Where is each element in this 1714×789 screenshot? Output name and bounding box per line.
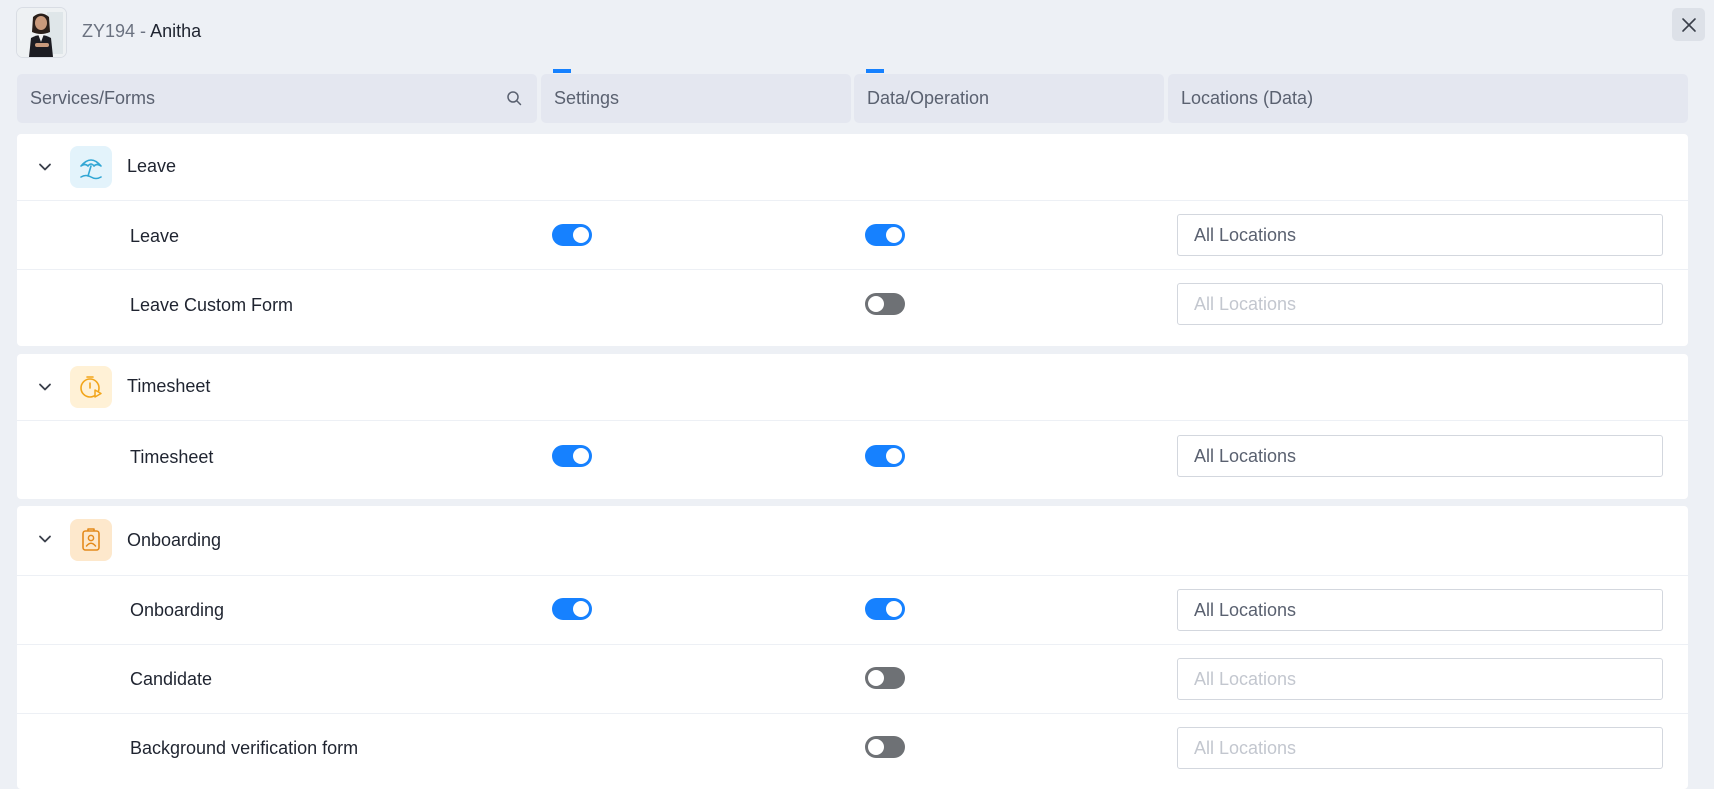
service-row-leave-custom-form: Leave Custom Form All Locations bbox=[17, 269, 1688, 339]
close-icon bbox=[1681, 17, 1696, 32]
service-name: Leave Custom Form bbox=[130, 295, 294, 315]
header-services-label: Services/Forms bbox=[30, 88, 156, 108]
profile-bar: ZY194 - Anitha bbox=[0, 0, 1714, 66]
locations-value: All Locations bbox=[1194, 668, 1297, 689]
service-name: Candidate bbox=[130, 669, 213, 689]
service-row-leave: Leave All Locations bbox=[17, 200, 1688, 269]
header-settings-label: Settings bbox=[554, 88, 620, 108]
search-icon[interactable] bbox=[505, 89, 523, 107]
data-operation-toggle[interactable] bbox=[865, 736, 905, 758]
settings-toggle[interactable] bbox=[552, 445, 592, 467]
locations-field: All Locations bbox=[1177, 283, 1663, 325]
profile-separator: - bbox=[135, 21, 151, 41]
module-title-onboarding: Onboarding bbox=[127, 530, 222, 550]
service-row-timesheet: Timesheet All Locations bbox=[17, 420, 1688, 492]
chevron-down-icon[interactable] bbox=[37, 531, 53, 547]
chevron-down-icon[interactable] bbox=[37, 379, 53, 395]
hidden-toggle-edge bbox=[866, 69, 884, 73]
locations-field[interactable]: All Locations bbox=[1177, 589, 1663, 631]
locations-value: All Locations bbox=[1194, 445, 1297, 466]
chevron-down-icon[interactable] bbox=[37, 159, 53, 175]
employee-name: Anitha bbox=[150, 21, 202, 41]
service-name: Onboarding bbox=[130, 600, 225, 620]
hidden-toggle-edge bbox=[553, 69, 571, 73]
id-badge-icon bbox=[70, 519, 112, 561]
close-button[interactable] bbox=[1672, 8, 1705, 41]
header-locations: Locations (Data) bbox=[1168, 74, 1688, 123]
settings-toggle[interactable] bbox=[552, 224, 592, 246]
locations-field[interactable]: All Locations bbox=[1177, 214, 1663, 256]
locations-field: All Locations bbox=[1177, 727, 1663, 769]
module-header-leave[interactable]: Leave bbox=[17, 134, 1688, 200]
module-card-leave: Leave Leave All Locations Leave Custom F… bbox=[17, 134, 1688, 346]
header-services: Services/Forms bbox=[17, 74, 537, 123]
header-settings: Settings bbox=[541, 74, 851, 123]
locations-value: All Locations bbox=[1194, 224, 1297, 245]
header-data-operation: Data/Operation bbox=[854, 74, 1164, 123]
module-header-timesheet[interactable]: Timesheet bbox=[17, 354, 1688, 420]
header-locations-label: Locations (Data) bbox=[1181, 88, 1314, 108]
module-title-leave: Leave bbox=[127, 156, 177, 176]
beach-umbrella-icon bbox=[70, 146, 112, 188]
data-operation-toggle[interactable] bbox=[865, 667, 905, 689]
data-operation-toggle[interactable] bbox=[865, 445, 905, 467]
service-row-background-verification-form: Background verification form All Locatio… bbox=[17, 713, 1688, 782]
module-card-onboarding: Onboarding Onboarding All Locations Cand… bbox=[17, 506, 1688, 789]
stopwatch-icon bbox=[70, 366, 112, 408]
profile-title: ZY194 - Anitha bbox=[82, 21, 201, 42]
module-card-timesheet: Timesheet Timesheet All Locations bbox=[17, 354, 1688, 499]
data-operation-toggle[interactable] bbox=[865, 293, 905, 315]
service-name: Leave bbox=[130, 226, 180, 246]
service-row-onboarding: Onboarding All Locations bbox=[17, 575, 1688, 644]
data-operation-toggle[interactable] bbox=[865, 598, 905, 620]
service-row-candidate: Candidate All Locations bbox=[17, 644, 1688, 713]
table-header: Services/Forms Settings Data/Operation L… bbox=[17, 74, 1688, 123]
header-data-operation-label: Data/Operation bbox=[867, 88, 990, 108]
module-title-timesheet: Timesheet bbox=[127, 376, 211, 396]
locations-field[interactable]: All Locations bbox=[1177, 435, 1663, 477]
avatar bbox=[17, 8, 66, 57]
data-operation-toggle[interactable] bbox=[865, 224, 905, 246]
service-name: Background verification form bbox=[130, 738, 359, 758]
service-name: Timesheet bbox=[130, 447, 214, 467]
settings-toggle[interactable] bbox=[552, 598, 592, 620]
module-header-onboarding[interactable]: Onboarding bbox=[17, 506, 1688, 575]
locations-field: All Locations bbox=[1177, 658, 1663, 700]
locations-value: All Locations bbox=[1194, 737, 1297, 758]
locations-value: All Locations bbox=[1194, 599, 1297, 620]
employee-id: ZY194 bbox=[82, 21, 136, 41]
locations-value: All Locations bbox=[1194, 293, 1297, 314]
